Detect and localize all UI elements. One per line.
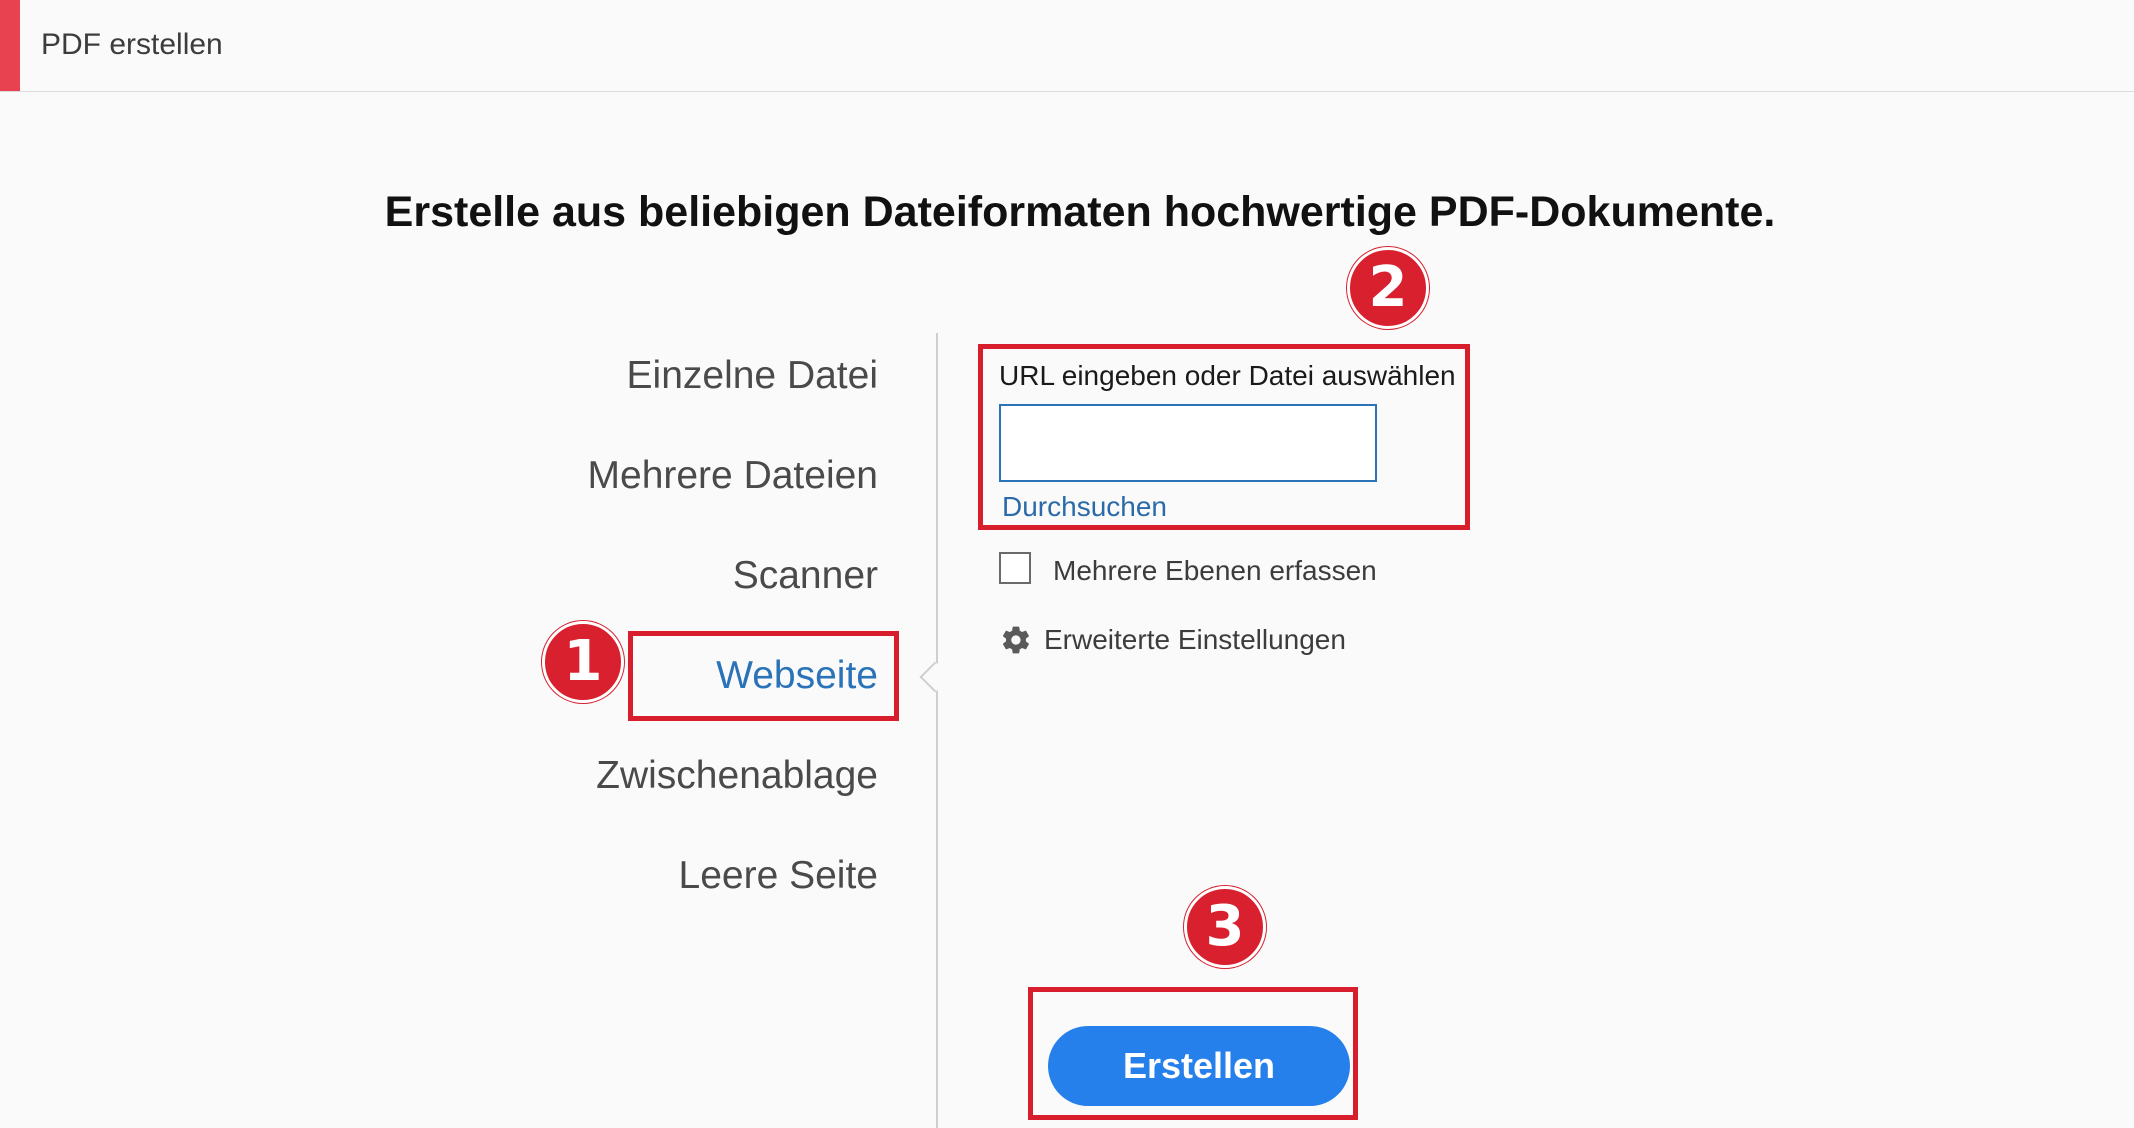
gear-icon[interactable] bbox=[1000, 624, 1032, 656]
step-marker-2: 2 bbox=[1347, 247, 1429, 329]
step-marker-3: 3 bbox=[1184, 886, 1266, 968]
url-field-label: URL eingeben oder Datei auswählen bbox=[999, 360, 1456, 391]
nav-item-einzelne-datei[interactable]: Einzelne Datei bbox=[627, 354, 878, 398]
nav-item-zwischenablage[interactable]: Zwischenablage bbox=[596, 754, 878, 798]
panel-divider bbox=[936, 333, 938, 1128]
active-item-pointer bbox=[919, 661, 951, 693]
title-bar: PDF erstellen bbox=[0, 0, 2134, 92]
nav-item-leere-seite[interactable]: Leere Seite bbox=[679, 854, 878, 898]
nav-item-webseite[interactable]: Webseite bbox=[716, 654, 878, 698]
create-pdf-page: PDF erstellen Erstelle aus beliebigen Da… bbox=[0, 0, 2134, 1128]
page-headline: Erstelle aus beliebigen Dateiformaten ho… bbox=[384, 188, 1776, 236]
advanced-settings-link[interactable]: Erweiterte Einstellungen bbox=[1044, 624, 1346, 656]
multiple-levels-label[interactable]: Mehrere Ebenen erfassen bbox=[1053, 555, 1377, 587]
browse-link[interactable]: Durchsuchen bbox=[1002, 491, 1167, 523]
window-title: PDF erstellen bbox=[41, 28, 223, 61]
nav-item-scanner[interactable]: Scanner bbox=[733, 554, 878, 598]
multiple-levels-checkbox[interactable] bbox=[999, 552, 1031, 584]
create-button[interactable]: Erstellen bbox=[1048, 1026, 1350, 1106]
url-input[interactable] bbox=[999, 404, 1377, 482]
title-accent-strip bbox=[0, 0, 20, 91]
nav-item-mehrere-dateien[interactable]: Mehrere Dateien bbox=[588, 454, 878, 498]
step-marker-1: 1 bbox=[542, 621, 624, 703]
